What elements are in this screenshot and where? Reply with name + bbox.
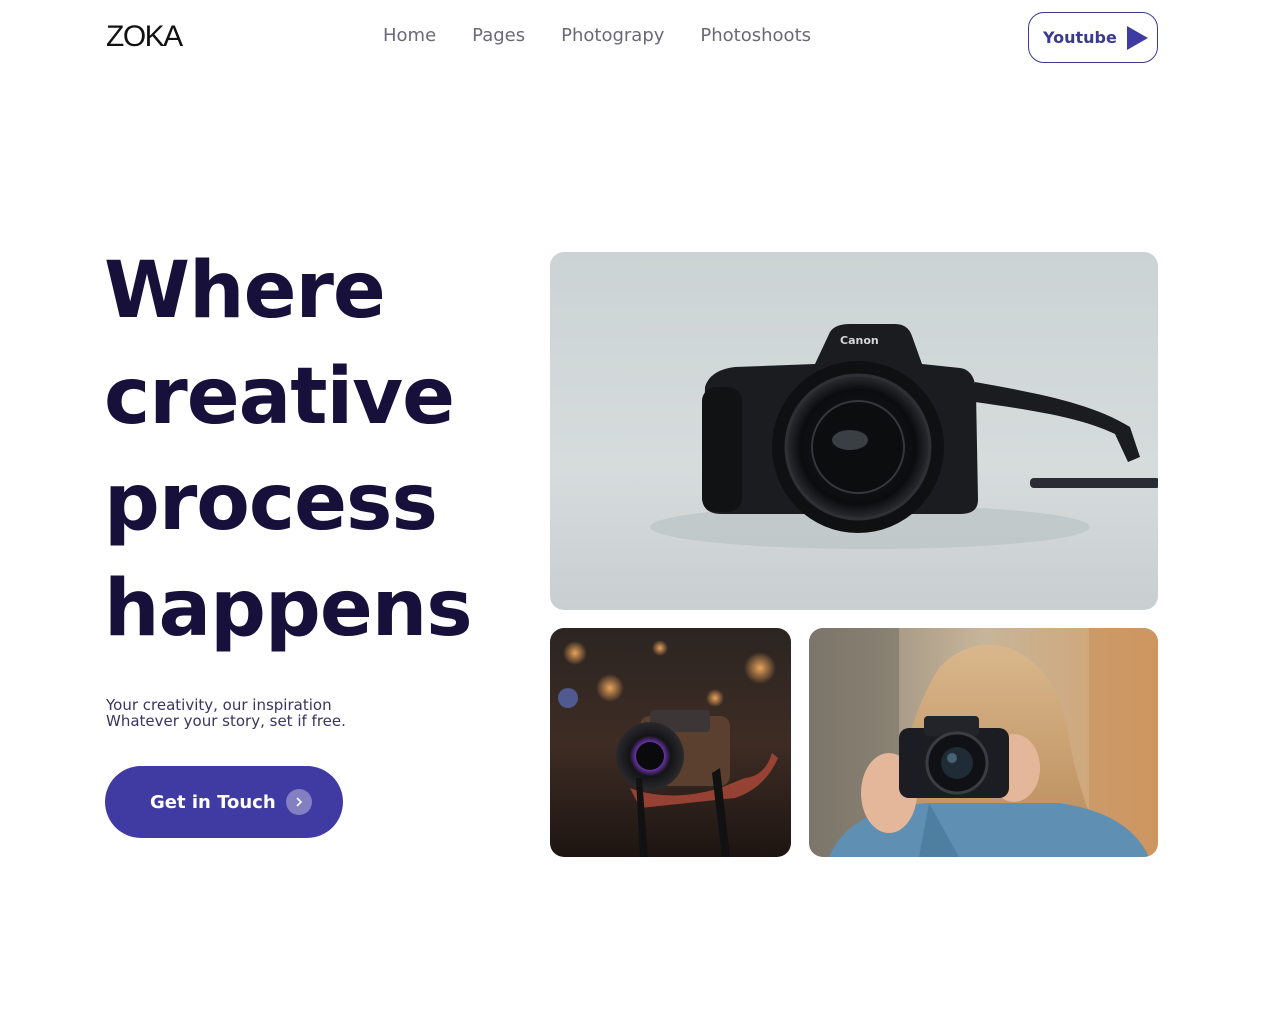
headline-line: happens (104, 564, 473, 654)
fujifilm-camera-night-photo (550, 628, 791, 857)
get-in-touch-button[interactable]: Get in Touch (105, 766, 343, 838)
nav-item-pages[interactable]: Pages (472, 25, 525, 46)
canon-camera-photo: Canon (550, 252, 1158, 610)
youtube-button[interactable]: Youtube (1028, 12, 1158, 63)
nav-item-photography[interactable]: Photograpy (561, 25, 664, 46)
woman-with-camera-photo (809, 628, 1158, 857)
headline-line: Where (104, 246, 386, 336)
play-icon (1126, 25, 1148, 50)
landing-page: ZOKA Home Pages Photograpy Photoshoots Y… (0, 0, 1261, 1024)
subtitle-line: Your creativity, our inspiration (106, 696, 332, 714)
hero-headline: Where creative process happens (104, 238, 544, 662)
headline-line: process (104, 458, 438, 548)
hero-subtitle: Your creativity, our inspiration Whateve… (106, 697, 346, 729)
cta-label: Get in Touch (150, 791, 276, 813)
main-nav: Home Pages Photograpy Photoshoots (383, 25, 811, 46)
youtube-button-label: Youtube (1043, 28, 1117, 47)
nav-item-photoshoots[interactable]: Photoshoots (700, 25, 811, 46)
nav-item-home[interactable]: Home (383, 25, 436, 46)
subtitle-line: Whatever your story, set if free. (106, 712, 346, 730)
svg-text:Canon: Canon (840, 334, 879, 347)
chevron-right-icon (285, 789, 312, 815)
logo[interactable]: ZOKA (106, 20, 183, 54)
headline-line: creative (104, 352, 455, 442)
